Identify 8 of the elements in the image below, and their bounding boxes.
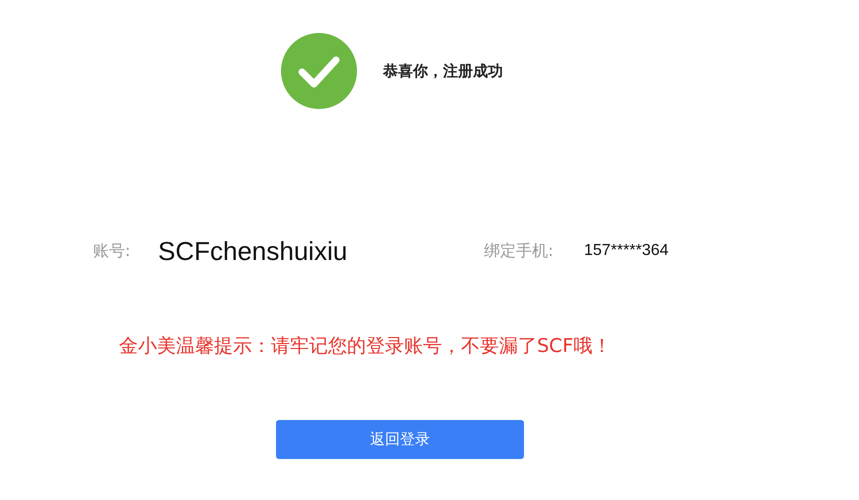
phone-label: 绑定手机:	[484, 240, 554, 262]
success-title: 恭喜你，注册成功	[383, 62, 503, 80]
phone-value: 157*****364	[584, 242, 669, 260]
notice-text: 金小美温馨提示：请牢记您的登录账号，不要漏了SCF哦！	[119, 334, 612, 359]
account-value: SCFchenshuixiu	[158, 236, 348, 266]
checkmark-icon	[281, 33, 357, 109]
back-to-login-button[interactable]: 返回登录	[276, 420, 524, 459]
account-label: 账号:	[93, 240, 132, 262]
